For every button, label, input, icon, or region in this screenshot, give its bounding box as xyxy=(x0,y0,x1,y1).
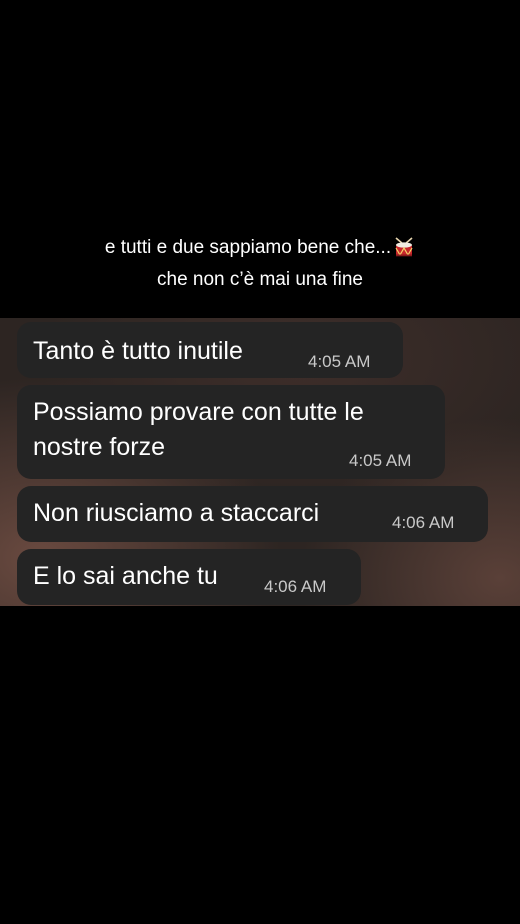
message-text: Non riusciamo a staccarci xyxy=(33,499,320,527)
message-text: E lo sai anche tu xyxy=(33,562,218,590)
chat-screenshot: Tanto è tutto inutile 4:05 AM Possiamo p… xyxy=(0,318,520,606)
drum-icon xyxy=(393,236,415,266)
message-text: Tanto è tutto inutile xyxy=(33,337,243,365)
message-bubble: E lo sai anche tu 4:06 AM xyxy=(17,549,361,605)
message-timestamp: 4:05 AM xyxy=(308,352,371,371)
video-caption: e tutti e due sappiamo bene che... che n… xyxy=(0,234,520,293)
caption-line-2: che non c’è mai una fine xyxy=(157,269,363,290)
caption-line-1: e tutti e due sappiamo bene che... xyxy=(0,234,520,266)
message-timestamp: 4:05 AM xyxy=(349,451,412,470)
caption-line-1-text: e tutti e due sappiamo bene che... xyxy=(104,237,392,258)
message-timestamp: 4:06 AM xyxy=(264,577,327,596)
message-timestamp: 4:06 AM xyxy=(392,513,455,532)
message-bubble: Tanto è tutto inutile 4:05 AM xyxy=(17,322,403,378)
message-bubble: Non riusciamo a staccarci 4:06 AM xyxy=(17,486,488,542)
message-bubble: Possiamo provare con tutte le nostre for… xyxy=(17,385,445,479)
